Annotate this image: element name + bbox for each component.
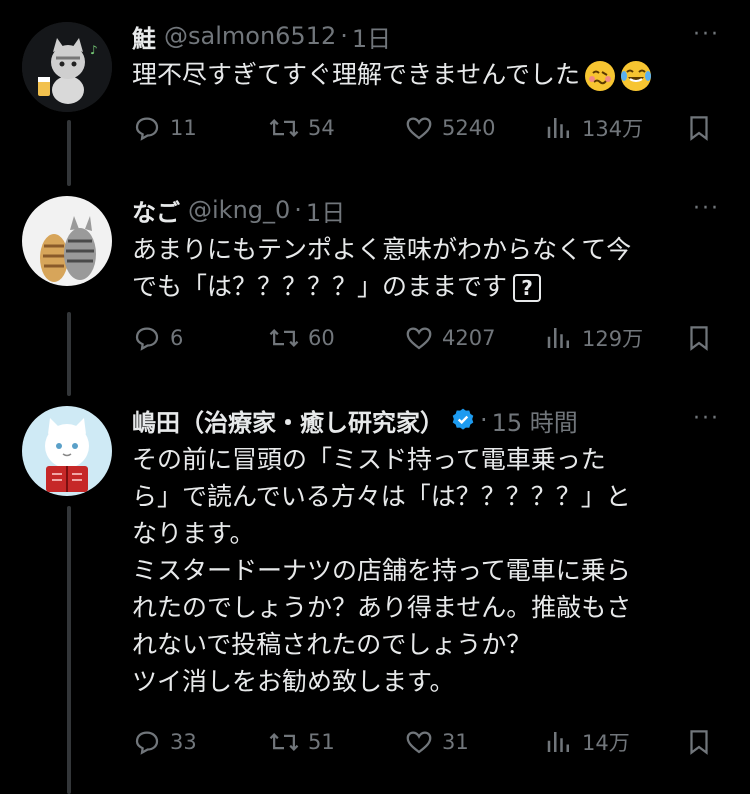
retweet-button[interactable]: 54 (268, 108, 335, 148)
timestamp[interactable]: 1日 (306, 193, 345, 228)
user-handle[interactable]: @ikng_0 (188, 196, 290, 224)
action-bar: 11 54 5240 134万 (132, 108, 722, 148)
reply-count: 6 (170, 326, 184, 350)
verified-icon[interactable] (450, 407, 476, 433)
retweet-count: 51 (308, 730, 335, 754)
tweet-header: 嶋田（治療家・癒し研究家） · 15 時間 (132, 402, 578, 438)
timestamp[interactable]: 15 時間 (492, 403, 578, 438)
tweet-text-line: れたのでしょうか？あり得ません。推敲もさ (132, 593, 632, 622)
tweet-text-line: ツイ消しをお勧め致します。 (132, 667, 455, 696)
tweet-text-line: なります。 (132, 519, 255, 548)
view-count: 129万 (582, 327, 644, 351)
reply-button[interactable]: 11 (132, 108, 197, 148)
bookmark-icon (690, 116, 708, 141)
retweet-count: 54 (308, 116, 335, 140)
like-icon (406, 117, 432, 140)
retweet-icon (269, 329, 299, 347)
bookmark-button[interactable] (684, 722, 714, 762)
timestamp[interactable]: 1日 (352, 19, 391, 54)
reply-count: 11 (170, 116, 197, 140)
tears-of-joy-icon (621, 61, 652, 91)
retweet-icon (269, 119, 299, 137)
question-mark-icon: ? (513, 274, 542, 302)
like-button[interactable]: 31 (404, 722, 469, 762)
tweet-text-line: ミスタードーナツの店舗を持って電車に乗ら (132, 556, 631, 585)
user-handle[interactable]: @salmon6512 (164, 22, 336, 50)
svg-text:♪: ♪ (90, 43, 98, 57)
avatar[interactable] (22, 406, 112, 496)
reply-count: 33 (170, 730, 197, 754)
reply-icon (135, 731, 159, 755)
action-bar: 33 51 31 14万 (132, 722, 722, 762)
tweet-text: あまりにもテンポよく意味がわからなくて今 でも「は？？？？？」のままです? (132, 231, 712, 305)
avatar[interactable] (22, 196, 112, 286)
tweet[interactable]: ♪ 鮭 @salmon6512 · 1日 ··· 理不尽すぎてすぐ理解できません… (0, 0, 750, 186)
separator-dot: · (480, 406, 488, 434)
like-button[interactable]: 5240 (404, 108, 495, 148)
views-button[interactable]: 129万 (544, 318, 643, 358)
woozy-face-icon (585, 61, 616, 91)
reply-button[interactable]: 6 (132, 318, 183, 358)
view-count: 14万 (582, 731, 630, 755)
like-icon (406, 731, 432, 754)
retweet-button[interactable]: 60 (268, 318, 335, 358)
like-count: 5240 (442, 116, 496, 140)
tweet-text: その前に冒頭の「ミスド持って電車乗った ら」で読んでいる方々は「は？？？？？」と… (132, 441, 712, 700)
avatar[interactable]: ♪ (22, 22, 112, 112)
tweet-header: 鮭 @salmon6512 · 1日 (132, 18, 391, 54)
retweet-button[interactable]: 51 (268, 722, 335, 762)
tweet-text: 理不尽すぎてすぐ理解できませんでした (132, 56, 712, 93)
views-icon (547, 328, 569, 348)
more-icon[interactable]: ··· (693, 406, 720, 431)
views-icon (547, 118, 569, 138)
like-count: 4207 (442, 326, 496, 350)
action-bar: 6 60 4207 129万 (132, 318, 722, 358)
tweet[interactable]: 嶋田（治療家・癒し研究家） · 15 時間 ··· その前に冒頭の「ミスド持って… (0, 396, 750, 794)
tweet[interactable]: なご @ikng_0 · 1日 ··· あまりにもテンポよく意味がわからなくて今… (0, 186, 750, 396)
view-count: 134万 (582, 117, 644, 141)
reply-button[interactable]: 33 (132, 722, 197, 762)
tweet-text-line: 理不尽すぎてすぐ理解できませんでした (132, 56, 712, 93)
bookmark-button[interactable] (684, 318, 714, 358)
tweet-header: なご @ikng_0 · 1日 (132, 192, 345, 228)
separator-dot: · (294, 196, 302, 224)
like-count: 31 (442, 730, 469, 754)
display-name[interactable]: なご (132, 193, 180, 228)
bookmark-icon (690, 730, 708, 755)
like-button[interactable]: 4207 (404, 318, 495, 358)
separator-dot: · (340, 22, 348, 50)
tweet-text-line: でも「は？？？？？」のままです? (132, 268, 712, 305)
display-name[interactable]: 嶋田（治療家・癒し研究家） (132, 403, 444, 438)
more-icon[interactable]: ··· (693, 22, 720, 47)
tweet-text-line: れないで投稿されたのでしょうか？ (132, 630, 532, 659)
views-button[interactable]: 14万 (544, 722, 630, 762)
tweet-text-line: あまりにもテンポよく意味がわからなくて今 (132, 235, 632, 264)
tweet-text-line: ら」で読んでいる方々は「は？？？？？」と (132, 482, 631, 511)
retweet-count: 60 (308, 326, 335, 350)
bookmark-icon (690, 326, 708, 351)
reply-icon (135, 117, 159, 141)
like-icon (406, 327, 432, 350)
tweet-text-line: その前に冒頭の「ミスド持って電車乗った (132, 445, 606, 474)
bookmark-button[interactable] (684, 108, 714, 148)
display-name[interactable]: 鮭 (132, 19, 156, 54)
reply-icon (135, 327, 159, 351)
retweet-icon (269, 733, 299, 751)
more-icon[interactable]: ··· (693, 196, 720, 221)
views-button[interactable]: 134万 (544, 108, 643, 148)
views-icon (547, 732, 569, 752)
